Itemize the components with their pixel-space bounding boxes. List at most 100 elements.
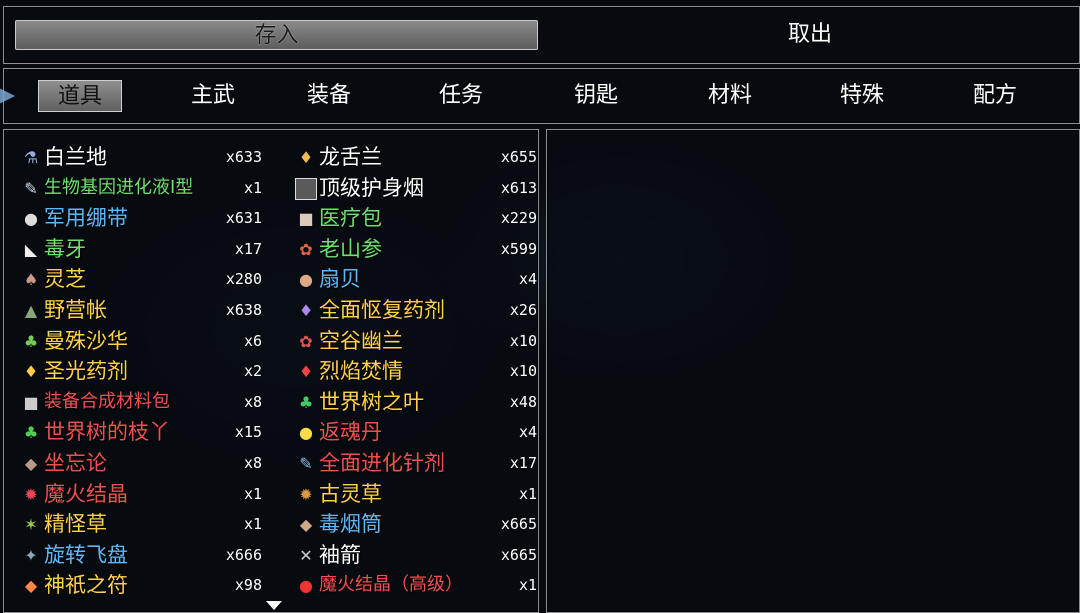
list-item[interactable]: ◆ 神祇之符 x98 bbox=[20, 571, 270, 599]
list-item[interactable]: ◆ 坐忘论 x8 bbox=[20, 449, 270, 477]
tab-category-1[interactable]: 道具 bbox=[38, 80, 122, 112]
item-count: x1 bbox=[243, 178, 262, 197]
list-item[interactable]: ♣ 世界树的枝丫 x15 bbox=[20, 418, 270, 446]
potion-purple-icon: ♦ bbox=[298, 301, 314, 320]
item-name: 顶级护身烟 bbox=[319, 175, 424, 200]
item-detail-panel bbox=[546, 129, 1080, 613]
list-item[interactable]: ✎ 生物基因进化液Ⅰ型 x1 bbox=[20, 174, 270, 202]
ginseng-icon: ✿ bbox=[299, 239, 313, 259]
tab-category-4[interactable]: 任务 bbox=[419, 80, 503, 112]
item-count: x599 bbox=[500, 239, 537, 258]
item-count: x633 bbox=[225, 148, 262, 166]
herb-icon: ✶ bbox=[24, 515, 38, 535]
tab-category-3[interactable]: 装备 bbox=[287, 80, 371, 112]
shuriken-icon: ✦ bbox=[24, 545, 38, 565]
item-name: 毒牙 bbox=[44, 236, 86, 261]
item-count: x17 bbox=[234, 239, 262, 258]
item-name: 烈焰焚情 bbox=[319, 359, 403, 384]
list-item[interactable]: ♦ 圣光药剂 x2 bbox=[20, 357, 270, 385]
blank-box-icon bbox=[295, 177, 317, 200]
tab-category-8[interactable]: 配方 bbox=[953, 80, 1037, 112]
leaf-icon: ♣ bbox=[298, 392, 314, 412]
list-item[interactable]: ✎ 全面进化针剂 x17 bbox=[295, 449, 545, 477]
list-item[interactable]: ◣ 毒牙 x17 bbox=[20, 235, 270, 263]
item-count: x1 bbox=[518, 576, 537, 595]
item-name: 世界树的枝丫 bbox=[44, 420, 170, 445]
item-count: x98 bbox=[234, 576, 262, 595]
list-item[interactable]: ▲ 野营帐 x638 bbox=[20, 296, 270, 324]
command-window: 存入 取出 bbox=[3, 6, 1080, 64]
item-count: x48 bbox=[509, 392, 537, 411]
deposit-button[interactable]: 存入 bbox=[15, 20, 538, 50]
item-count: x26 bbox=[509, 301, 537, 319]
item-count: x638 bbox=[225, 301, 262, 319]
item-name: 装备合成材料包 bbox=[44, 390, 170, 412]
injector-icon: ✎ bbox=[299, 454, 313, 473]
list-item[interactable]: ✹ 魔火结晶 x1 bbox=[20, 480, 270, 508]
potion-green-icon: ♣ bbox=[23, 331, 39, 351]
item-name: 神祇之符 bbox=[44, 573, 128, 598]
tab-category-2[interactable]: 主武 bbox=[171, 80, 255, 112]
crystal-icon: ✹ bbox=[24, 484, 38, 504]
item-name: 全面进化针剂 bbox=[319, 451, 445, 475]
item-count: x8 bbox=[243, 392, 262, 411]
syringe-icon: ✎ bbox=[24, 178, 38, 198]
item-name: 白兰地 bbox=[44, 145, 107, 169]
item-name: 空谷幽兰 bbox=[319, 328, 403, 353]
talisman-icon: ◆ bbox=[24, 576, 38, 596]
list-item[interactable]: ✿ 老山参 x599 bbox=[295, 235, 545, 263]
tab-category-5[interactable]: 钥匙 bbox=[554, 80, 638, 112]
item-name: 袖箭 bbox=[319, 542, 361, 567]
tab-category-7[interactable]: 特殊 bbox=[820, 80, 904, 112]
list-item[interactable]: ◆ 毒烟筒 x665 bbox=[295, 510, 545, 538]
list-item[interactable]: ♦ 龙舌兰 x655 bbox=[295, 143, 545, 171]
list-item[interactable]: ♦ 全面怄复药剂 x26 bbox=[295, 296, 545, 324]
list-item[interactable]: ♣ 曼殊沙华 x6 bbox=[20, 327, 270, 355]
item-name: 魔火结晶 bbox=[44, 481, 128, 506]
list-item[interactable]: ✿ 空谷幽兰 x10 bbox=[295, 327, 545, 355]
scroll-down-icon[interactable] bbox=[266, 601, 282, 610]
item-count: x1 bbox=[243, 484, 262, 503]
list-item[interactable]: ■ 医疗包 x229 bbox=[295, 204, 545, 232]
list-item[interactable]: ✶ 精怪草 x1 bbox=[20, 510, 270, 538]
withdraw-button[interactable]: 取出 bbox=[544, 20, 1076, 50]
list-item[interactable]: ⚗ 白兰地 x633 bbox=[20, 143, 270, 171]
list-item[interactable]: ● 返魂丹 x4 bbox=[295, 418, 545, 446]
tent-icon: ▲ bbox=[24, 301, 38, 320]
item-name: 坐忘论 bbox=[44, 451, 107, 475]
list-item[interactable]: ● 扇贝 x4 bbox=[295, 265, 545, 293]
item-count: x8 bbox=[243, 454, 262, 472]
item-name: 古灵草 bbox=[319, 481, 382, 506]
list-item[interactable]: ✕ 袖箭 x665 bbox=[295, 541, 545, 569]
list-item[interactable]: ♣ 世界树之叶 x48 bbox=[295, 388, 545, 416]
list-item[interactable]: ● 魔火结晶（高级） x1 bbox=[295, 571, 545, 599]
item-count: x280 bbox=[225, 270, 262, 289]
item-name: 医疗包 bbox=[319, 206, 382, 231]
list-item[interactable]: 顶级护身烟 x613 bbox=[295, 174, 545, 202]
item-count: x6 bbox=[243, 331, 262, 350]
item-count: x4 bbox=[518, 270, 537, 289]
grass-icon: ✹ bbox=[299, 484, 313, 504]
tab-category-6[interactable]: 材料 bbox=[688, 80, 772, 112]
item-count: x631 bbox=[225, 209, 262, 228]
list-item[interactable]: ♠ 灵芝 x280 bbox=[20, 265, 270, 293]
item-name: 曼殊沙华 bbox=[44, 328, 128, 353]
pill-icon: ● bbox=[299, 423, 313, 443]
item-count: x1 bbox=[518, 484, 537, 503]
item-count: x229 bbox=[500, 209, 537, 228]
item-name: 全面怄复药剂 bbox=[319, 298, 445, 322]
item-count: x1 bbox=[243, 515, 262, 534]
potion-red-icon: ♦ bbox=[298, 362, 314, 382]
item-count: x665 bbox=[500, 515, 537, 534]
item-count: x613 bbox=[500, 178, 537, 197]
item-name: 龙舌兰 bbox=[319, 145, 382, 169]
list-item[interactable]: ♦ 烈焰焚情 x10 bbox=[295, 357, 545, 385]
list-item[interactable]: ● 军用绷带 x631 bbox=[20, 204, 270, 232]
cursor-arrow-icon bbox=[0, 88, 15, 104]
list-item[interactable]: ✦ 旋转飞盘 x666 bbox=[20, 541, 270, 569]
item-count: x2 bbox=[243, 362, 262, 381]
item-count: x665 bbox=[500, 545, 537, 564]
category-tabs: 道具 主武 装备 任务 钥匙 材料 特殊 配方 bbox=[0, 68, 1080, 124]
list-item[interactable]: ✹ 古灵草 x1 bbox=[295, 480, 545, 508]
list-item[interactable]: ■ 装备合成材料包 x8 bbox=[20, 388, 270, 416]
